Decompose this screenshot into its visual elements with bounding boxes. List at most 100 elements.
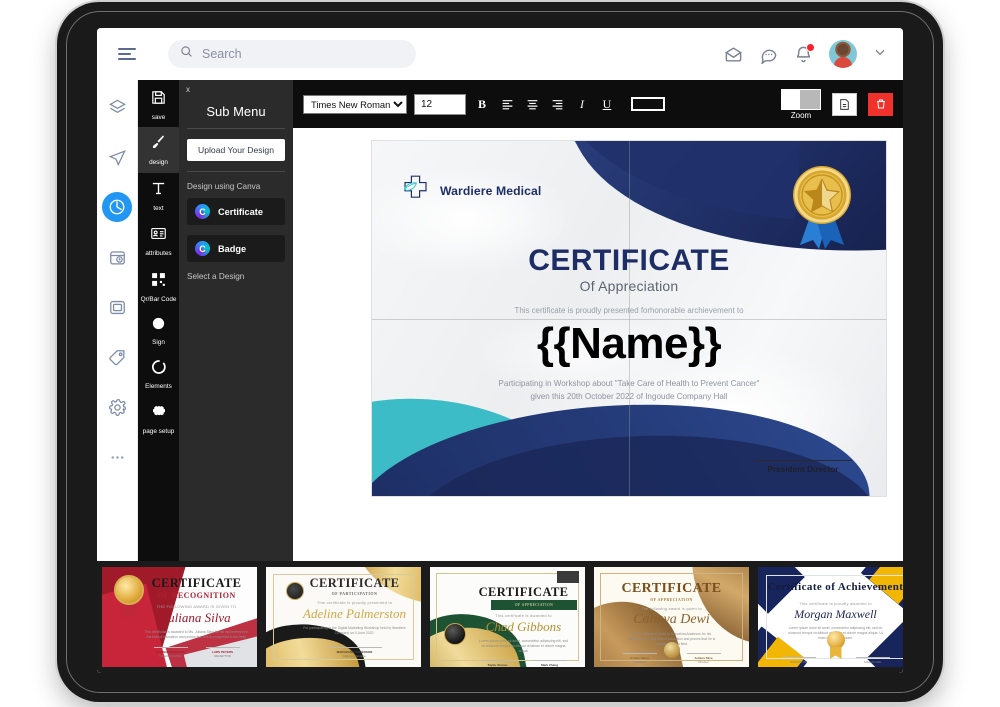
certificate-title: CERTIFICATE xyxy=(528,244,730,277)
divider xyxy=(187,171,285,172)
certificate-recipient-name[interactable]: {{Name}} xyxy=(372,319,886,369)
tool-save[interactable]: save xyxy=(138,82,179,127)
template-title-1: CERTIFICATE xyxy=(621,581,722,596)
signature-title: RECEPTOR xyxy=(214,654,231,658)
certificate-brand-name: Wardiere Medical xyxy=(440,184,542,198)
template-thumbnail[interactable]: CERTIFICATE OF PARTICIPATION This certif… xyxy=(266,567,421,667)
template-thumbnail[interactable]: CERTIFICATE OF RECOGNITION THE FOLLOWING… xyxy=(102,567,257,667)
template-content: CERTIFICATE OF PARTICIPATION This certif… xyxy=(266,567,421,667)
save-icon xyxy=(150,89,167,111)
sidebar-item-reports[interactable] xyxy=(102,192,132,222)
save-document-button[interactable] xyxy=(832,92,857,116)
signature-rule xyxy=(781,657,816,658)
upload-design-button[interactable]: Upload Your Design xyxy=(187,139,285,161)
signature-rule xyxy=(205,647,240,648)
sidebar-item-tags[interactable] xyxy=(102,342,132,372)
template-title-1: Certificate of Achievement xyxy=(767,581,903,593)
certificate-canvas[interactable]: Wardiere Medical CERTIFICATE Of Apprecia… xyxy=(372,141,886,496)
align-left-button[interactable] xyxy=(498,98,516,111)
tool-label: attributes xyxy=(145,250,172,258)
signature-block: President Director xyxy=(754,460,852,474)
signature: Taylor Alonso Vice President xyxy=(480,660,515,667)
canva-icon: C xyxy=(195,204,210,219)
delete-button[interactable] xyxy=(868,92,893,116)
canva-section-label: Design using Canva xyxy=(187,182,261,191)
canva-certificate-button[interactable]: C Certificate xyxy=(187,198,285,225)
bell-icon[interactable] xyxy=(794,42,815,64)
zoom-control[interactable]: Zoom xyxy=(781,88,821,120)
template-name: Juliana Silva xyxy=(162,610,231,625)
template-title-2: OF APPRECIATION xyxy=(650,598,693,602)
template-caption: This certificate is awarded to xyxy=(495,613,552,618)
search-icon xyxy=(180,45,193,63)
sidebar-item-send[interactable] xyxy=(102,142,132,172)
template-thumbnail[interactable]: Certificate of Achievement This certific… xyxy=(758,567,903,667)
close-icon[interactable]: x xyxy=(186,85,190,94)
signature-name: SIGNATURE xyxy=(789,660,808,664)
sidebar-item-settings[interactable] xyxy=(102,392,132,422)
text-color-swatch[interactable] xyxy=(631,97,665,111)
font-size-input[interactable] xyxy=(414,93,466,115)
sidebar-item-more[interactable] xyxy=(102,442,132,472)
signature: LARS PETERS RECEPTOR xyxy=(205,647,240,658)
signature: HANNAH MORALES VIDEO MASTER xyxy=(153,647,188,658)
tool-design[interactable]: design xyxy=(138,127,179,173)
tablet-frame: Search save design text attributes Qr/Ba… xyxy=(57,2,943,702)
signature-title: Director xyxy=(698,660,709,664)
tool-page-setup[interactable]: page setup xyxy=(138,397,179,441)
underline-button[interactable]: U xyxy=(598,97,616,112)
zoom-label: Zoom xyxy=(790,110,812,120)
template-name: Morgan Maxwell xyxy=(794,607,877,621)
align-center-button[interactable] xyxy=(523,98,541,111)
sidebar-item-layers[interactable] xyxy=(102,92,132,122)
hamburger-icon[interactable] xyxy=(107,48,147,60)
template-thumbnail[interactable]: CERTIFICATE This certificate is awarded … xyxy=(430,567,585,667)
tool-elements[interactable]: Elements xyxy=(138,352,179,396)
signature-rule xyxy=(327,647,382,648)
chevron-down-icon[interactable] xyxy=(873,45,887,64)
template-body: This certificate is awarded to Ms. Julia… xyxy=(144,630,249,639)
italic-button[interactable]: I xyxy=(573,97,591,112)
tool-text[interactable]: text xyxy=(138,173,179,218)
template-title-1: CERTIFICATE xyxy=(309,576,400,590)
text-icon xyxy=(150,180,167,202)
signature: SIGNATURE xyxy=(855,657,890,664)
sign-icon xyxy=(151,316,166,336)
signature-rule xyxy=(622,653,657,654)
canva-icon: C xyxy=(195,241,210,256)
template-signatures: SIGNATURE SIGNATURE xyxy=(781,657,890,664)
mail-icon[interactable] xyxy=(724,45,743,64)
brush-icon xyxy=(150,134,167,156)
template-strip[interactable]: CERTIFICATE OF RECOGNITION THE FOLLOWING… xyxy=(97,561,903,673)
tool-attributes[interactable]: attributes xyxy=(138,218,179,263)
signature-title: Instructor xyxy=(633,660,646,664)
template-signatures: HANNAH MORALES VIDEO MASTER LARS PETERS … xyxy=(153,647,240,658)
tool-qr-bar-code[interactable]: Qr/Bar Code xyxy=(138,264,179,309)
top-bar: Search xyxy=(97,28,903,80)
medal-icon xyxy=(444,623,466,645)
signature-title: VIDEO MASTER xyxy=(159,654,182,658)
tool-sign[interactable]: Sign xyxy=(138,309,179,352)
seal-icon xyxy=(114,575,144,605)
align-right-button[interactable] xyxy=(548,98,566,111)
bold-button[interactable]: B xyxy=(473,97,491,112)
chat-icon[interactable] xyxy=(759,45,778,65)
signature: MARCELINE ANDERSON CEO of Wardiere xyxy=(327,647,382,658)
template-title-2: OF RECOGNITION xyxy=(157,591,236,600)
template-thumbnail[interactable]: CERTIFICATE OF APPRECIATION The followin… xyxy=(594,567,749,667)
search-input[interactable]: Search xyxy=(168,40,416,68)
avatar[interactable] xyxy=(829,40,857,68)
template-title-1: CERTIFICATE xyxy=(478,585,569,599)
zoom-slider[interactable] xyxy=(781,88,821,110)
signature: SIGNATURE xyxy=(781,657,816,664)
sidebar-item-gallery[interactable] xyxy=(102,292,132,322)
medical-cross-leaf-icon xyxy=(400,173,431,209)
template-signatures: MARCELINE ANDERSON CEO of Wardiere xyxy=(327,647,382,658)
page-setup-icon xyxy=(151,404,167,425)
sidebar-item-schedule[interactable] xyxy=(102,242,132,272)
certificate-subtitle: Of Appreciation xyxy=(579,278,679,294)
font-family-select[interactable]: Times New Roman xyxy=(303,94,407,114)
qr-code-icon xyxy=(150,271,167,293)
canva-badge-button[interactable]: C Badge xyxy=(187,235,285,262)
template-name: Cahaya Dewi xyxy=(633,612,710,627)
